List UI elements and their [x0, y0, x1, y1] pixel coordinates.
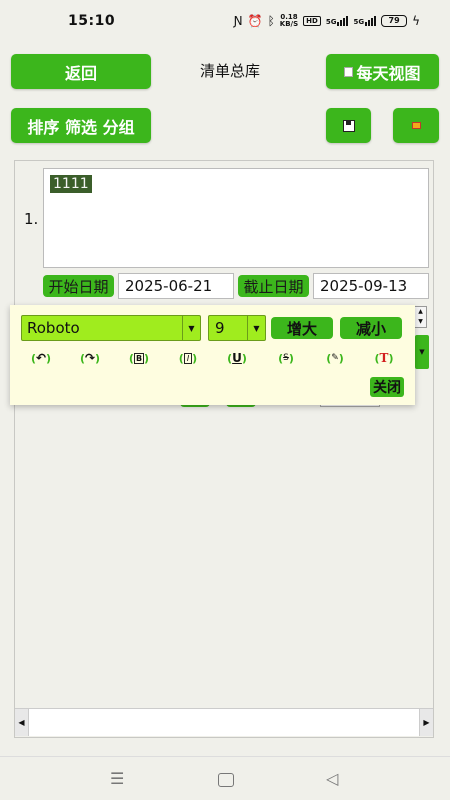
back-icon[interactable]: ◁ — [326, 769, 338, 788]
home-icon[interactable] — [218, 773, 234, 787]
italic-icon: I — [183, 352, 193, 364]
color-button[interactable] — [393, 108, 439, 143]
undo-icon: ↶ — [35, 351, 47, 365]
chevron-down-icon: ▼ — [182, 316, 200, 340]
text-format-popup: Roboto ▼ 9 ▼ 增大 减小 (↶) (↷) (B) (I) (U) (… — [10, 305, 415, 405]
bold-button[interactable]: (B) — [124, 347, 154, 369]
end-date-field[interactable]: 2025-09-13 — [313, 273, 429, 299]
horizontal-scrollbar[interactable]: ◀ ▶ — [15, 708, 433, 736]
format-toolbar: (↶) (↷) (B) (I) (U) (S) (✎) (T) — [20, 347, 410, 369]
calendar-icon — [344, 66, 354, 77]
status-icons: Ɲ ⏰ ᛒ 0.18 KB/S HD 5G 5G 79 ϟ — [234, 13, 420, 29]
charging-icon: ϟ — [412, 14, 420, 28]
bluetooth-icon: ᛒ — [267, 14, 275, 28]
spinner-control[interactable]: ▲ ▼ — [414, 306, 427, 328]
item-number: 1. — [24, 210, 39, 228]
nfc-icon: Ɲ — [233, 14, 243, 28]
end-date-label[interactable]: 截止日期 — [238, 275, 309, 297]
back-button[interactable]: 返回 — [11, 54, 151, 89]
start-date-field[interactable]: 2025-06-21 — [118, 273, 234, 299]
item-text-editor[interactable]: 1111 — [43, 168, 429, 268]
start-date-label[interactable]: 开始日期 — [43, 275, 114, 297]
undo-button[interactable]: (↶) — [26, 347, 56, 369]
color-icon — [411, 122, 421, 129]
alarm-icon: ⏰ — [247, 14, 263, 28]
save-icon — [342, 119, 355, 132]
status-bar: 15:10 Ɲ ⏰ ᛒ 0.18 KB/S HD 5G 5G 79 ϟ — [0, 0, 450, 44]
clear-format-icon: ✎ — [331, 353, 339, 363]
hd-badge: HD — [303, 16, 321, 26]
bold-icon: B — [133, 352, 145, 364]
selected-text: 1111 — [50, 175, 92, 193]
underline-icon: U — [232, 351, 242, 365]
system-nav-bar: ☰ ◁ — [0, 756, 450, 800]
scroll-left-icon[interactable]: ◀ — [15, 709, 29, 736]
strikethrough-button[interactable]: (S) — [271, 347, 301, 369]
network-speed: 0.18 KB/S — [279, 13, 299, 28]
increase-size-button[interactable]: 增大 — [271, 317, 333, 339]
text-color-icon: T — [379, 351, 389, 365]
page-title: 清单总库 — [199, 62, 260, 80]
scroll-right-icon[interactable]: ▶ — [419, 709, 433, 736]
underline-button[interactable]: (U) — [222, 347, 252, 369]
text-color-button[interactable]: (T) — [369, 347, 399, 369]
menu-icon[interactable]: ☰ — [110, 769, 124, 788]
signal-icon-2: 5G — [353, 16, 377, 26]
decrease-size-button[interactable]: 减小 — [340, 317, 402, 339]
save-button[interactable] — [326, 108, 371, 143]
font-size-select[interactable]: 9 ▼ — [208, 315, 266, 341]
side-dropdown[interactable]: ▼ — [415, 335, 429, 369]
daily-view-button[interactable]: 每天视图 — [326, 54, 439, 89]
clear-format-button[interactable]: (✎) — [320, 347, 350, 369]
italic-button[interactable]: (I) — [173, 347, 203, 369]
status-time: 15:10 — [68, 13, 116, 29]
close-button[interactable]: 关闭 — [370, 377, 404, 397]
redo-icon: ↷ — [84, 351, 96, 365]
battery-icon: 79 — [381, 15, 408, 27]
chevron-down-icon: ▼ — [247, 316, 265, 340]
sort-filter-group-button[interactable]: 排序 筛选 分组 — [11, 108, 151, 143]
signal-icon: 5G — [326, 16, 349, 26]
redo-button[interactable]: (↷) — [75, 347, 105, 369]
font-family-select[interactable]: Roboto ▼ — [21, 315, 201, 341]
